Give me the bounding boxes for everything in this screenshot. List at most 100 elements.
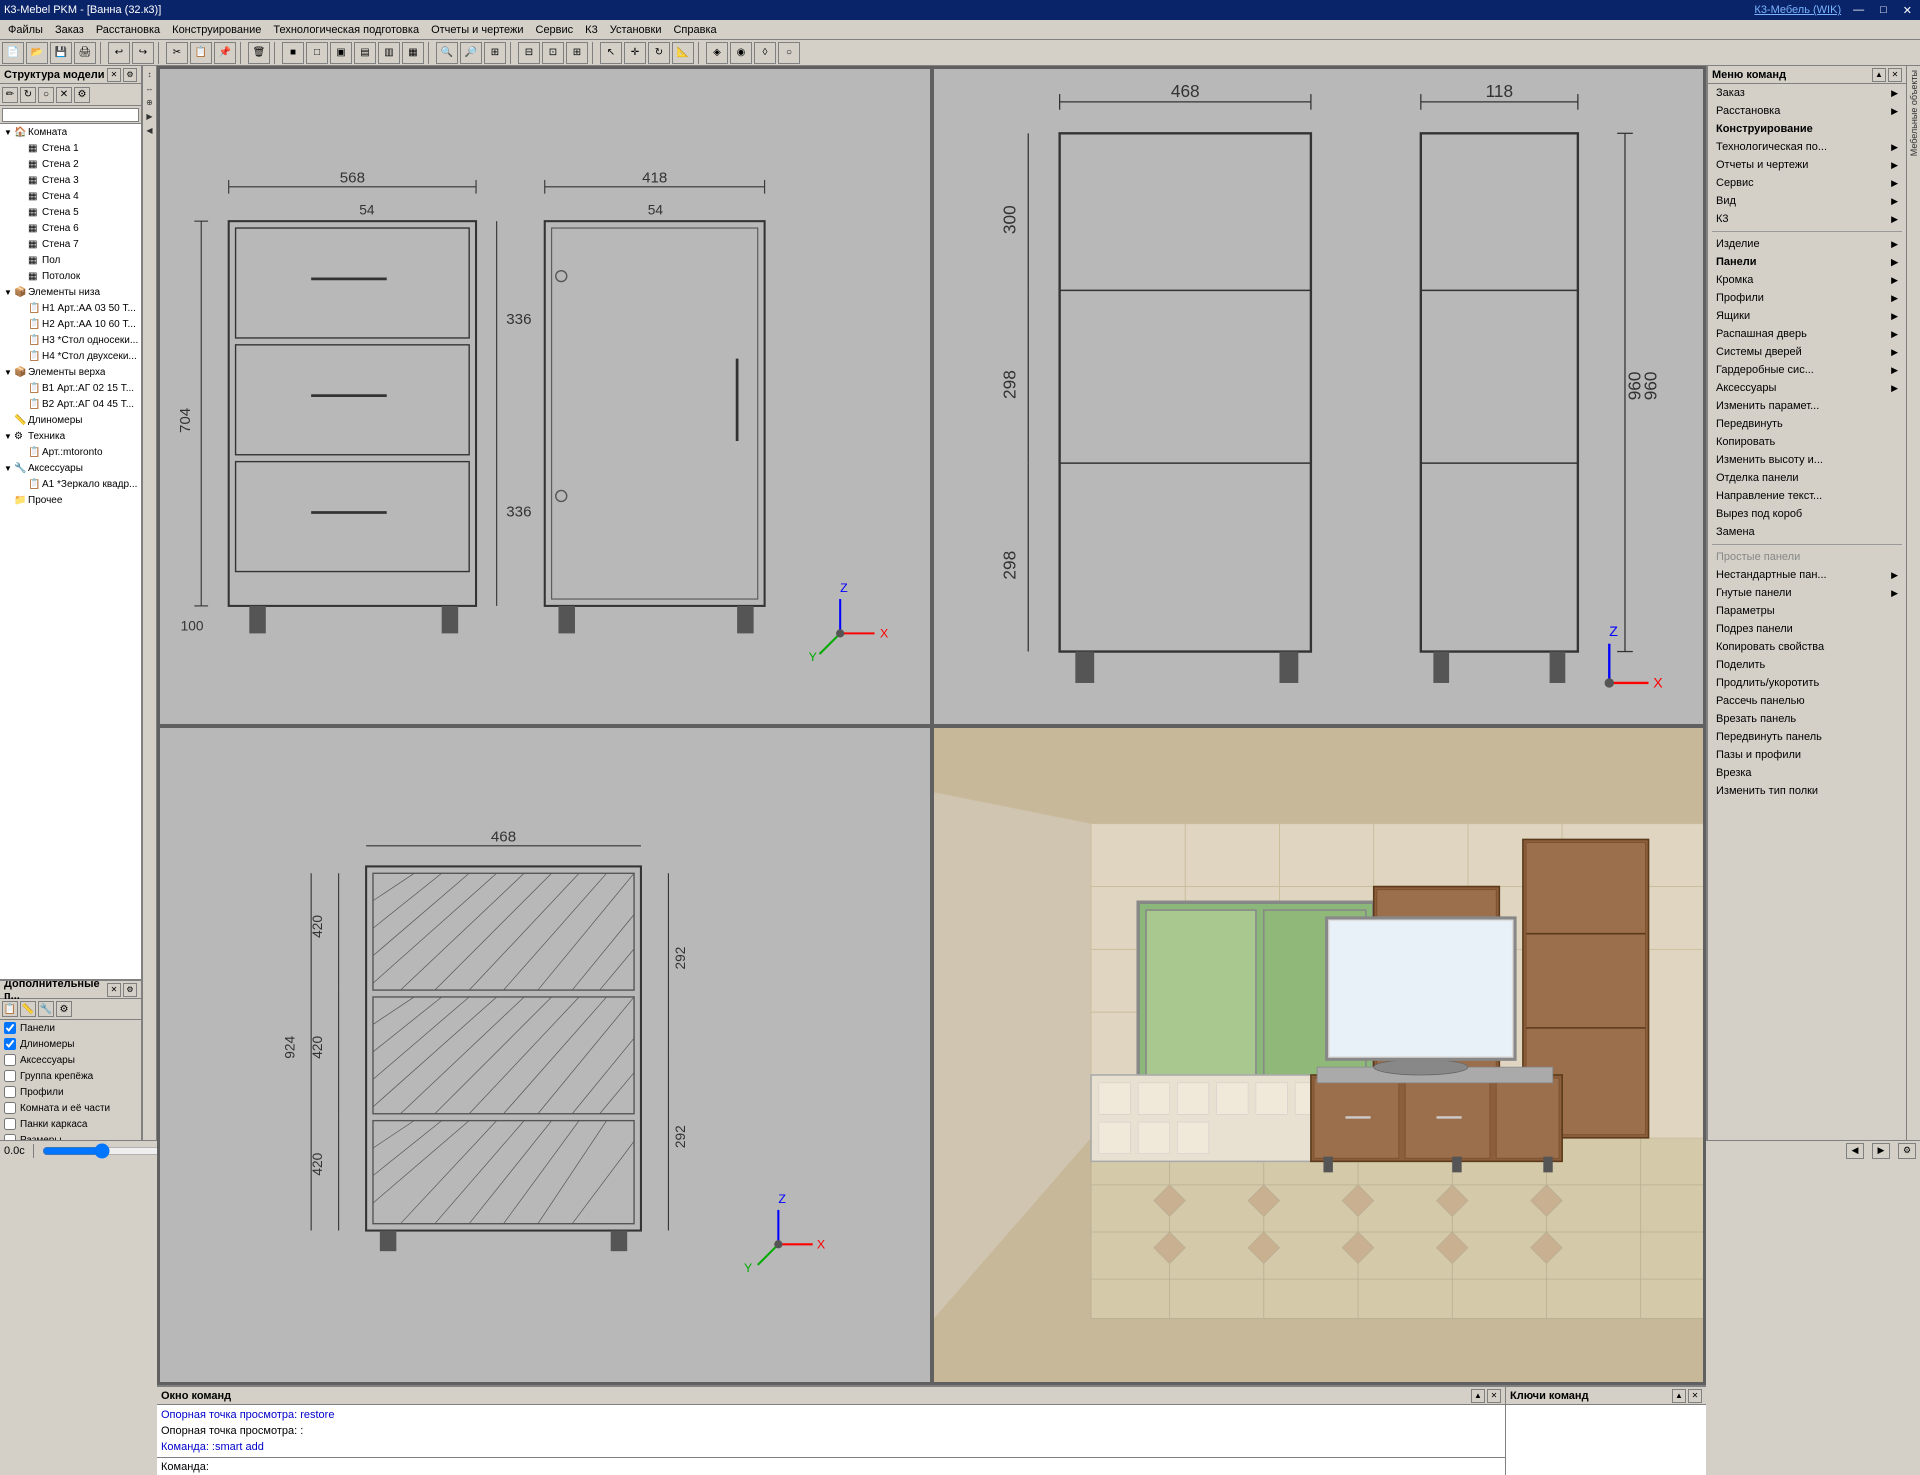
tb-new[interactable]: 📄: [2, 42, 24, 64]
cmd-menu-item-12[interactable]: Профили▶: [1708, 289, 1906, 307]
structure-settings[interactable]: ⚙: [123, 68, 137, 82]
cmd-menu-item-11[interactable]: Кромка▶: [1708, 271, 1906, 289]
left-icon-3[interactable]: ⊕: [144, 96, 156, 108]
cmd-menu-item-37[interactable]: Передвинуть панель: [1708, 728, 1906, 746]
cmd-menu-item-16[interactable]: Гардеробные сис...▶: [1708, 361, 1906, 379]
tb-rotate[interactable]: ↻: [648, 42, 670, 64]
tb-extra1[interactable]: ◈: [706, 42, 728, 64]
tb-print[interactable]: 🖨: [74, 42, 96, 64]
tree-item-pol[interactable]: ▦Пол: [0, 252, 141, 268]
tb-extra3[interactable]: ◊: [754, 42, 776, 64]
cmd-menu-settings[interactable]: ✕: [1888, 68, 1902, 82]
cmd-window-close[interactable]: ✕: [1487, 1389, 1501, 1403]
st-btn3[interactable]: ○: [38, 87, 54, 103]
left-icon-4[interactable]: ▶: [144, 110, 156, 122]
tree-item-a1[interactable]: 📋A1 *Зеркало квадр...: [0, 476, 141, 492]
k3-wiki-link[interactable]: К3-Мебель (WIK): [1754, 4, 1841, 16]
tree-item-komnat[interactable]: ▼🏠Комната: [0, 124, 141, 140]
cmd-menu-item-24[interactable]: Вырез под короб: [1708, 505, 1906, 523]
tb-zoom-fit[interactable]: ⊞: [484, 42, 506, 64]
search-input[interactable]: [2, 108, 139, 122]
cmd-menu-item-6[interactable]: Вид▶: [1708, 192, 1906, 210]
cmd-menu-item-7[interactable]: К3▶: [1708, 210, 1906, 228]
tree-item-prochee[interactable]: 📁Прочее: [0, 492, 141, 508]
add-panels-close[interactable]: ✕: [107, 983, 121, 997]
checkbox-1[interactable]: [4, 1038, 16, 1050]
close-button[interactable]: ✕: [1899, 4, 1916, 17]
status-slider[interactable]: [42, 1145, 162, 1157]
hotkeys-expand[interactable]: ▲: [1672, 1389, 1686, 1403]
tb-paste[interactable]: 📌: [214, 42, 236, 64]
tb-redo[interactable]: ↪: [132, 42, 154, 64]
tree-item-stena3[interactable]: ▦Стена 3: [0, 172, 141, 188]
tb-zoom-out[interactable]: 🔎: [460, 42, 482, 64]
menu-order[interactable]: Заказ: [49, 22, 90, 38]
cmd-menu-item-23[interactable]: Направление текст...: [1708, 487, 1906, 505]
checkbox-2[interactable]: [4, 1054, 16, 1066]
viewport-top-left[interactable]: 568 418 704 336: [159, 68, 931, 725]
tree-item-mtoronto[interactable]: 📋Арт.:mtoronto: [0, 444, 141, 460]
cmd-menu-item-3[interactable]: Технологическая по...▶: [1708, 138, 1906, 156]
cmd-menu-item-15[interactable]: Системы дверей▶: [1708, 343, 1906, 361]
cmd-menu-expand[interactable]: ▲: [1872, 68, 1886, 82]
tb-measure[interactable]: 📐: [672, 42, 694, 64]
tb-open[interactable]: 📂: [26, 42, 48, 64]
menu-tech[interactable]: Технологическая подготовка: [267, 22, 425, 38]
menu-k3[interactable]: К3: [579, 22, 604, 38]
checkbox-6[interactable]: [4, 1118, 16, 1130]
cmd-menu-item-1[interactable]: Расстановка▶: [1708, 102, 1906, 120]
tree-item-stena5[interactable]: ▦Стена 5: [0, 204, 141, 220]
add-panels-settings[interactable]: ⚙: [123, 983, 137, 997]
tb-b3[interactable]: ▣: [330, 42, 352, 64]
checkbox-7[interactable]: [4, 1134, 16, 1140]
tree-item-elem-verh[interactable]: ▼📦Элементы верха: [0, 364, 141, 380]
tree-item-stena4[interactable]: ▦Стена 4: [0, 188, 141, 204]
tb-b1[interactable]: ■: [282, 42, 304, 64]
cb-btn4[interactable]: ⚙: [56, 1001, 72, 1017]
cmd-menu-item-9[interactable]: Изделие▶: [1708, 235, 1906, 253]
cmd-menu-item-20[interactable]: Копировать: [1708, 433, 1906, 451]
tree-item-h4[interactable]: 📋Н4 *Стол двухсеки...: [0, 348, 141, 364]
st-btn1[interactable]: ✏: [2, 87, 18, 103]
cmd-menu-item-30[interactable]: Параметры: [1708, 602, 1906, 620]
cmd-menu-item-28[interactable]: Нестандартные пан...▶: [1708, 566, 1906, 584]
cmd-menu-item-38[interactable]: Пазы и профили: [1708, 746, 1906, 764]
cmd-menu-item-40[interactable]: Изменить тип полки: [1708, 782, 1906, 800]
tree-item-h3[interactable]: 📋Н3 *Стол односеки...: [0, 332, 141, 348]
checkbox-0[interactable]: [4, 1022, 16, 1034]
tb-zoom-in[interactable]: 🔍: [436, 42, 458, 64]
tb-view2[interactable]: ⊡: [542, 42, 564, 64]
tb-move[interactable]: ✛: [624, 42, 646, 64]
menu-help[interactable]: Справка: [667, 22, 722, 38]
tree-item-b1[interactable]: 📋B1 Арт.:АГ 02 15 Т...: [0, 380, 141, 396]
hotkeys-close[interactable]: ✕: [1688, 1389, 1702, 1403]
cmd-menu-item-27[interactable]: Простые панели: [1708, 548, 1906, 566]
cmd-menu-item-32[interactable]: Копировать свойства: [1708, 638, 1906, 656]
tb-view1[interactable]: ⊟: [518, 42, 540, 64]
checkbox-5[interactable]: [4, 1102, 16, 1114]
menu-files[interactable]: Файлы: [2, 22, 49, 38]
tree-container[interactable]: ▼🏠Комната▦Стена 1▦Стена 2▦Стена 3▦Стена …: [0, 124, 141, 979]
cmd-menu-item-21[interactable]: Изменить высоту и...: [1708, 451, 1906, 469]
cmd-menu-item-10[interactable]: Панели▶: [1708, 253, 1906, 271]
left-icon-1[interactable]: ↕: [144, 68, 156, 80]
cmd-menu-item-14[interactable]: Распашная дверь▶: [1708, 325, 1906, 343]
cmd-menu-item-34[interactable]: Продлить/укоротить: [1708, 674, 1906, 692]
tb-b2[interactable]: □: [306, 42, 328, 64]
cmd-menu-item-5[interactable]: Сервис▶: [1708, 174, 1906, 192]
tree-item-tehnika[interactable]: ▼⚙Техника: [0, 428, 141, 444]
tb-extra4[interactable]: ○: [778, 42, 800, 64]
maximize-button[interactable]: □: [1876, 4, 1891, 16]
cmd-menu-item-29[interactable]: Гнутые панели▶: [1708, 584, 1906, 602]
tb-save[interactable]: 💾: [50, 42, 72, 64]
tb-b6[interactable]: ▦: [402, 42, 424, 64]
structure-close[interactable]: ✕: [107, 68, 121, 82]
tree-item-stena2[interactable]: ▦Стена 2: [0, 156, 141, 172]
tb-b5[interactable]: ▥: [378, 42, 400, 64]
cmd-menu-item-17[interactable]: Аксессуары▶: [1708, 379, 1906, 397]
tb-cut[interactable]: ✂: [166, 42, 188, 64]
cmd-menu-item-35[interactable]: Рассечь панелью: [1708, 692, 1906, 710]
menu-settings[interactable]: Установки: [604, 22, 668, 38]
viewport-bottom-left[interactable]: 468 420 420 420 924: [159, 727, 931, 1384]
cmd-menu-item-13[interactable]: Ящики▶: [1708, 307, 1906, 325]
